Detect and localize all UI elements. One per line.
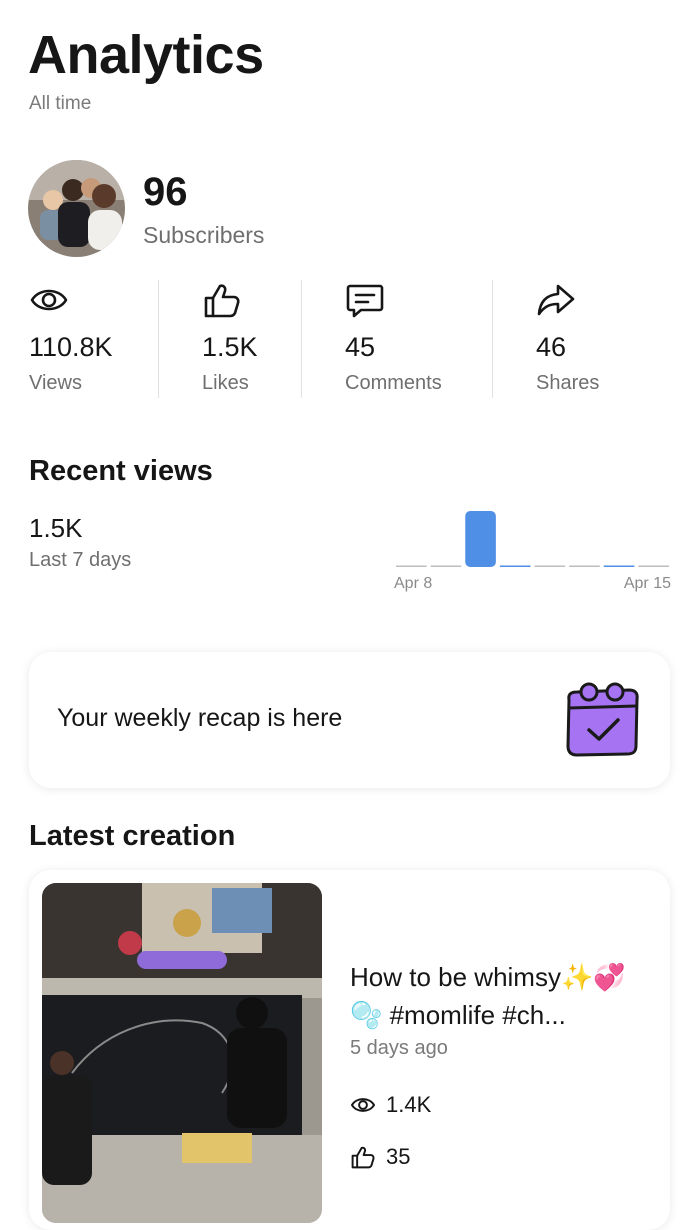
subscriber-label: Subscribers bbox=[143, 222, 265, 248]
stat-value: 46 bbox=[536, 332, 567, 362]
video-thumbnail[interactable] bbox=[42, 883, 322, 1223]
recent-views-chart[interactable]: Apr 8 Apr 15 bbox=[390, 500, 675, 595]
comment-icon bbox=[346, 284, 384, 318]
weekly-recap-card[interactable]: Your weekly recap is here bbox=[29, 652, 670, 788]
page-title: Analytics bbox=[28, 25, 264, 85]
recent-views-title: Recent views bbox=[29, 455, 213, 487]
latest-creation-title: Latest creation bbox=[29, 820, 236, 852]
chart-bar-apr-9[interactable] bbox=[430, 565, 462, 568]
video-likes-value: 35 bbox=[386, 1144, 411, 1169]
chart-bar-apr-14[interactable] bbox=[603, 565, 635, 568]
chart-bar-apr-13[interactable] bbox=[569, 565, 600, 568]
stat-label: Views bbox=[29, 372, 82, 394]
stat-value: 110.8K bbox=[29, 332, 113, 362]
eye-icon bbox=[350, 1098, 376, 1112]
avatar[interactable] bbox=[28, 160, 125, 257]
recent-views-value: 1.5K bbox=[29, 513, 83, 543]
chart-x-tick-label: Apr 15 bbox=[624, 575, 671, 592]
time-range-label[interactable]: All time bbox=[29, 93, 91, 115]
video-title[interactable]: How to be whimsy✨💞🫧 #momlife #ch... bbox=[350, 958, 650, 1034]
stat-label: Comments bbox=[345, 372, 442, 394]
stat-divider bbox=[301, 280, 302, 398]
chart-bar-apr-15[interactable] bbox=[638, 565, 669, 568]
thumbs-up-icon bbox=[204, 284, 240, 318]
latest-creation-card[interactable]: How to be whimsy✨💞🫧 #momlife #ch... 5 da… bbox=[29, 870, 670, 1230]
chart-bar-apr-12[interactable] bbox=[534, 565, 566, 568]
recap-text: Your weekly recap is here bbox=[57, 704, 343, 732]
stat-divider bbox=[158, 280, 159, 398]
calendar-check-icon bbox=[566, 682, 639, 757]
stat-value: 45 bbox=[345, 332, 376, 362]
chart-bar-apr-11[interactable] bbox=[499, 565, 531, 568]
stat-label: Shares bbox=[536, 372, 600, 394]
chart-bar-apr-10[interactable] bbox=[465, 511, 496, 567]
share-arrow-icon bbox=[537, 284, 575, 316]
video-age: 5 days ago bbox=[350, 1037, 448, 1059]
chart-bar-apr-8[interactable] bbox=[396, 565, 427, 568]
chart-x-tick-label: Apr 8 bbox=[394, 575, 432, 592]
video-likes: 35 bbox=[350, 1144, 410, 1170]
thumbs-up-icon bbox=[351, 1146, 375, 1169]
video-views-value: 1.4K bbox=[386, 1092, 432, 1117]
stat-label: Likes bbox=[202, 372, 249, 394]
avatar-photo bbox=[28, 160, 125, 257]
eye-icon bbox=[30, 289, 68, 311]
stat-value: 1.5K bbox=[202, 332, 258, 362]
subscriber-count: 96 bbox=[143, 170, 188, 214]
recent-views-period: Last 7 days bbox=[29, 549, 132, 571]
video-thumbnail-image bbox=[42, 883, 322, 1223]
video-views: 1.4K bbox=[350, 1092, 431, 1118]
stat-divider bbox=[492, 280, 493, 398]
